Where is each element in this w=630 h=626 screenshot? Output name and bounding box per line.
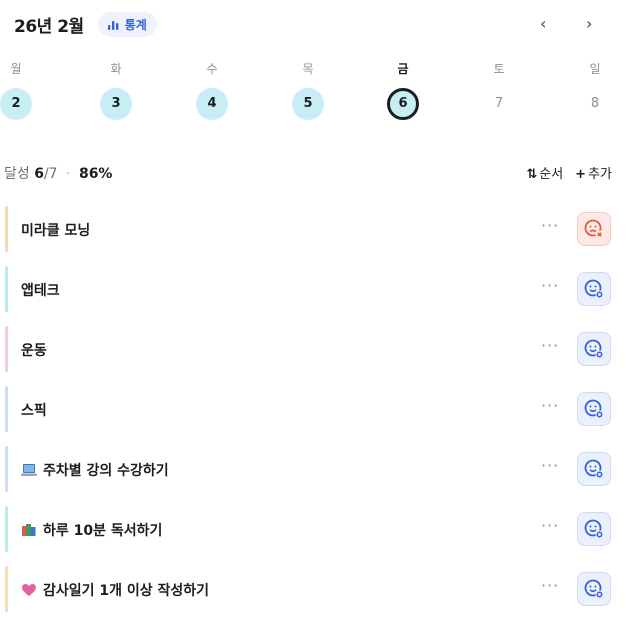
achievement-label: 달성: [4, 166, 30, 182]
habit-title: 스픽: [21, 400, 47, 420]
day-number-selected: 6: [387, 88, 419, 120]
habit-item[interactable]: 미라클 모닝 ···: [5, 206, 615, 252]
day-name: 수: [206, 62, 218, 76]
habit-title-text: 운동: [21, 343, 47, 359]
sad-face-icon: [584, 219, 604, 239]
day-number: 3: [100, 88, 132, 120]
habit-color-bar: [5, 206, 8, 252]
habit-color-bar: [5, 566, 8, 612]
smile-face-icon: [584, 279, 604, 299]
habit-item[interactable]: 운동 ···: [5, 326, 615, 372]
laptop-icon: [21, 464, 37, 476]
next-month-button[interactable]: ›: [586, 14, 592, 33]
habit-color-bar: [5, 266, 8, 312]
habit-status-button[interactable]: [577, 512, 611, 546]
smile-face-icon: [584, 579, 604, 599]
habit-title: 운동: [21, 340, 47, 360]
habit-title-text: 스픽: [21, 403, 47, 419]
day-name: 목: [302, 62, 314, 76]
habit-item[interactable]: 스픽 ···: [5, 386, 615, 432]
habit-color-bar: [5, 326, 8, 372]
day-sun[interactable]: 일 8: [575, 60, 615, 120]
habit-list: 미라클 모닝 ··· 앱테크 ··· 운동 ··· 스픽 ··· 주차별 강의 수강하기 ··· 하…: [5, 206, 615, 626]
month-header: 26년 2월 통계: [14, 12, 157, 37]
habit-title-text: 앱테크: [21, 283, 60, 299]
more-options-button[interactable]: ···: [541, 336, 559, 355]
week-strip: 월 2 화 3 수 4 목 5 금 6 토 7 일 8: [0, 60, 630, 130]
habit-title-text: 미라클 모닝: [21, 223, 91, 239]
day-name: 토: [493, 62, 505, 76]
achievement-percent: 86%: [78, 166, 113, 182]
achievement-total: /7: [43, 166, 58, 182]
sort-icon: ⇅: [526, 167, 538, 182]
day-number: 5: [292, 88, 324, 120]
habit-item[interactable]: 주차별 강의 수강하기 ···: [5, 446, 615, 492]
habit-title-text: 하루 10분 독서하기: [43, 523, 163, 539]
day-number: 4: [196, 88, 228, 120]
more-options-button[interactable]: ···: [541, 216, 559, 235]
habit-status-button[interactable]: [577, 212, 611, 246]
day-name: 월: [10, 62, 22, 76]
books-icon: [22, 524, 36, 536]
habit-status-button[interactable]: [577, 392, 611, 426]
habit-color-bar: [5, 386, 8, 432]
habit-status-button[interactable]: [577, 332, 611, 366]
heart-icon: [22, 584, 36, 596]
more-options-button[interactable]: ···: [541, 396, 559, 415]
reorder-label: 순서: [539, 167, 564, 182]
more-options-button[interactable]: ···: [541, 456, 559, 475]
habit-title: 주차별 강의 수강하기: [21, 460, 169, 480]
more-options-button[interactable]: ···: [541, 576, 559, 595]
month-title: 26년 2월: [14, 17, 84, 37]
smile-face-icon: [584, 339, 604, 359]
list-actions: ⇅ 순서 + 추가: [526, 163, 612, 182]
habit-status-button[interactable]: [577, 572, 611, 606]
reorder-button[interactable]: ⇅ 순서: [526, 163, 563, 182]
day-number: 7: [494, 96, 504, 111]
day-number: 8: [590, 96, 600, 111]
day-tue[interactable]: 화 3: [96, 60, 136, 120]
habit-color-bar: [5, 506, 8, 552]
habit-title: 감사일기 1개 이상 작성하기: [21, 580, 209, 600]
plus-icon: +: [575, 167, 587, 182]
day-mon[interactable]: 월 2: [0, 60, 36, 120]
habit-status-button[interactable]: [577, 272, 611, 306]
habit-color-bar: [5, 446, 8, 492]
habit-item[interactable]: 앱테크 ···: [5, 266, 615, 312]
habit-status-button[interactable]: [577, 452, 611, 486]
more-options-button[interactable]: ···: [541, 276, 559, 295]
smile-face-icon: [584, 399, 604, 419]
more-options-button[interactable]: ···: [541, 516, 559, 535]
habit-title-text: 주차별 강의 수강하기: [43, 463, 169, 479]
stats-label: 통계: [124, 18, 147, 32]
prev-month-button[interactable]: ‹: [540, 14, 546, 33]
day-number: 2: [0, 88, 32, 120]
achievement-done: 6: [34, 166, 44, 182]
add-button[interactable]: + 추가: [575, 163, 612, 182]
habit-item[interactable]: 하루 10분 독서하기 ···: [5, 506, 615, 552]
day-wed[interactable]: 수 4: [192, 60, 232, 120]
add-label: 추가: [588, 167, 612, 182]
habit-title: 하루 10분 독서하기: [21, 520, 162, 540]
stats-button[interactable]: 통계: [97, 12, 157, 37]
separator-dot: ·: [66, 166, 71, 182]
achievement-summary: 달성 6/7 · 86%: [4, 163, 112, 183]
day-sat[interactable]: 토 7: [479, 60, 519, 120]
day-name: 화: [110, 62, 122, 76]
smile-face-icon: [584, 459, 604, 479]
habit-item[interactable]: 감사일기 1개 이상 작성하기 ···: [5, 566, 615, 612]
day-name: 금: [397, 62, 409, 76]
bar-chart-icon: [107, 20, 119, 30]
day-thu[interactable]: 목 5: [288, 60, 328, 120]
habit-title: 앱테크: [21, 280, 60, 300]
day-fri[interactable]: 금 6: [383, 60, 423, 120]
habit-title-text: 감사일기 1개 이상 작성하기: [43, 583, 210, 599]
smile-face-icon: [584, 519, 604, 539]
habit-title: 미라클 모닝: [21, 220, 90, 240]
day-name: 일: [589, 62, 601, 76]
